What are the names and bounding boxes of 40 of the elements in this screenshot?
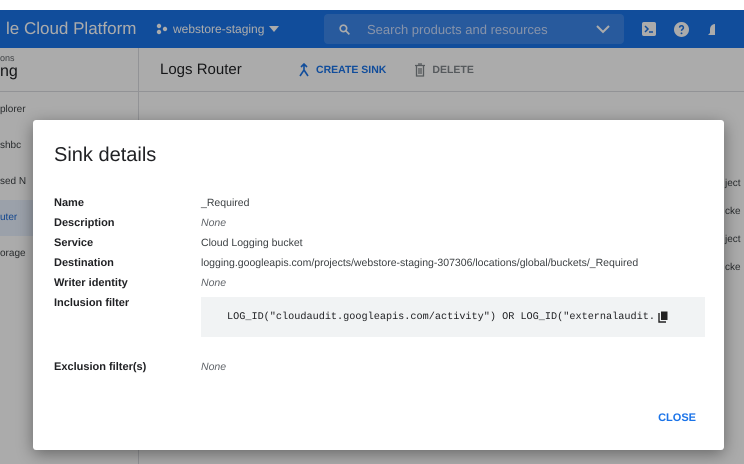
- section-label: ons: [0, 53, 15, 63]
- field-value: None: [201, 277, 228, 289]
- table-cell: ject: [725, 234, 741, 245]
- sidebar-item[interactable]: plorer: [0, 92, 26, 128]
- sidebar-item[interactable]: sed N: [0, 164, 26, 200]
- table-cell: cke: [725, 206, 741, 217]
- project-selector[interactable]: webstore-staging: [156, 22, 324, 36]
- sidebar-item[interactable]: shbc: [0, 128, 22, 164]
- sidebar-item[interactable]: orage: [0, 236, 26, 272]
- field-label: Inclusion filter: [54, 297, 130, 309]
- field-value: logging.googleapis.com/projects/webstore-staging-307306/locations/global/buckets/_Required: [201, 257, 640, 269]
- product-name: le Cloud Platform: [6, 19, 138, 39]
- dialog-title: Sink details: [54, 144, 158, 167]
- table-cell: cke: [725, 262, 741, 273]
- section-title: ng: [0, 63, 18, 81]
- table-cell: ject: [725, 178, 741, 189]
- page-title: Logs Router: [160, 61, 243, 78]
- help-icon[interactable]: [674, 22, 689, 36]
- field-label: Writer identity: [54, 277, 129, 289]
- field-label: Service: [54, 237, 94, 249]
- merge-icon: [298, 62, 310, 76]
- field-label: Name: [54, 197, 85, 209]
- copy-icon[interactable]: [658, 311, 668, 323]
- field-value: None: [201, 361, 228, 373]
- terminal-icon[interactable]: [642, 22, 656, 36]
- filter-code: LOG_ID("cloudaudit.googleapis.com/activity") OR LOG_ID("externalaudit.: [227, 312, 655, 322]
- search-field[interactable]: Search products and resources: [365, 20, 582, 38]
- field-value: Cloud Logging bucket: [201, 237, 304, 249]
- field-label: Destination: [54, 257, 115, 269]
- search-icon: [338, 22, 351, 36]
- chevron-down-icon: [596, 24, 610, 34]
- project-icon: [156, 23, 168, 35]
- field-value: None: [201, 217, 228, 229]
- create-sink-button[interactable]: CREATE SINK: [298, 62, 386, 76]
- field-value: _Required: [201, 197, 250, 209]
- field-label: Description: [54, 217, 116, 229]
- close-button[interactable]: CLOSE: [654, 408, 700, 428]
- trash-icon: [414, 62, 426, 76]
- dropdown-icon: [269, 26, 280, 32]
- field-label: Exclusion filter(s): [54, 361, 148, 373]
